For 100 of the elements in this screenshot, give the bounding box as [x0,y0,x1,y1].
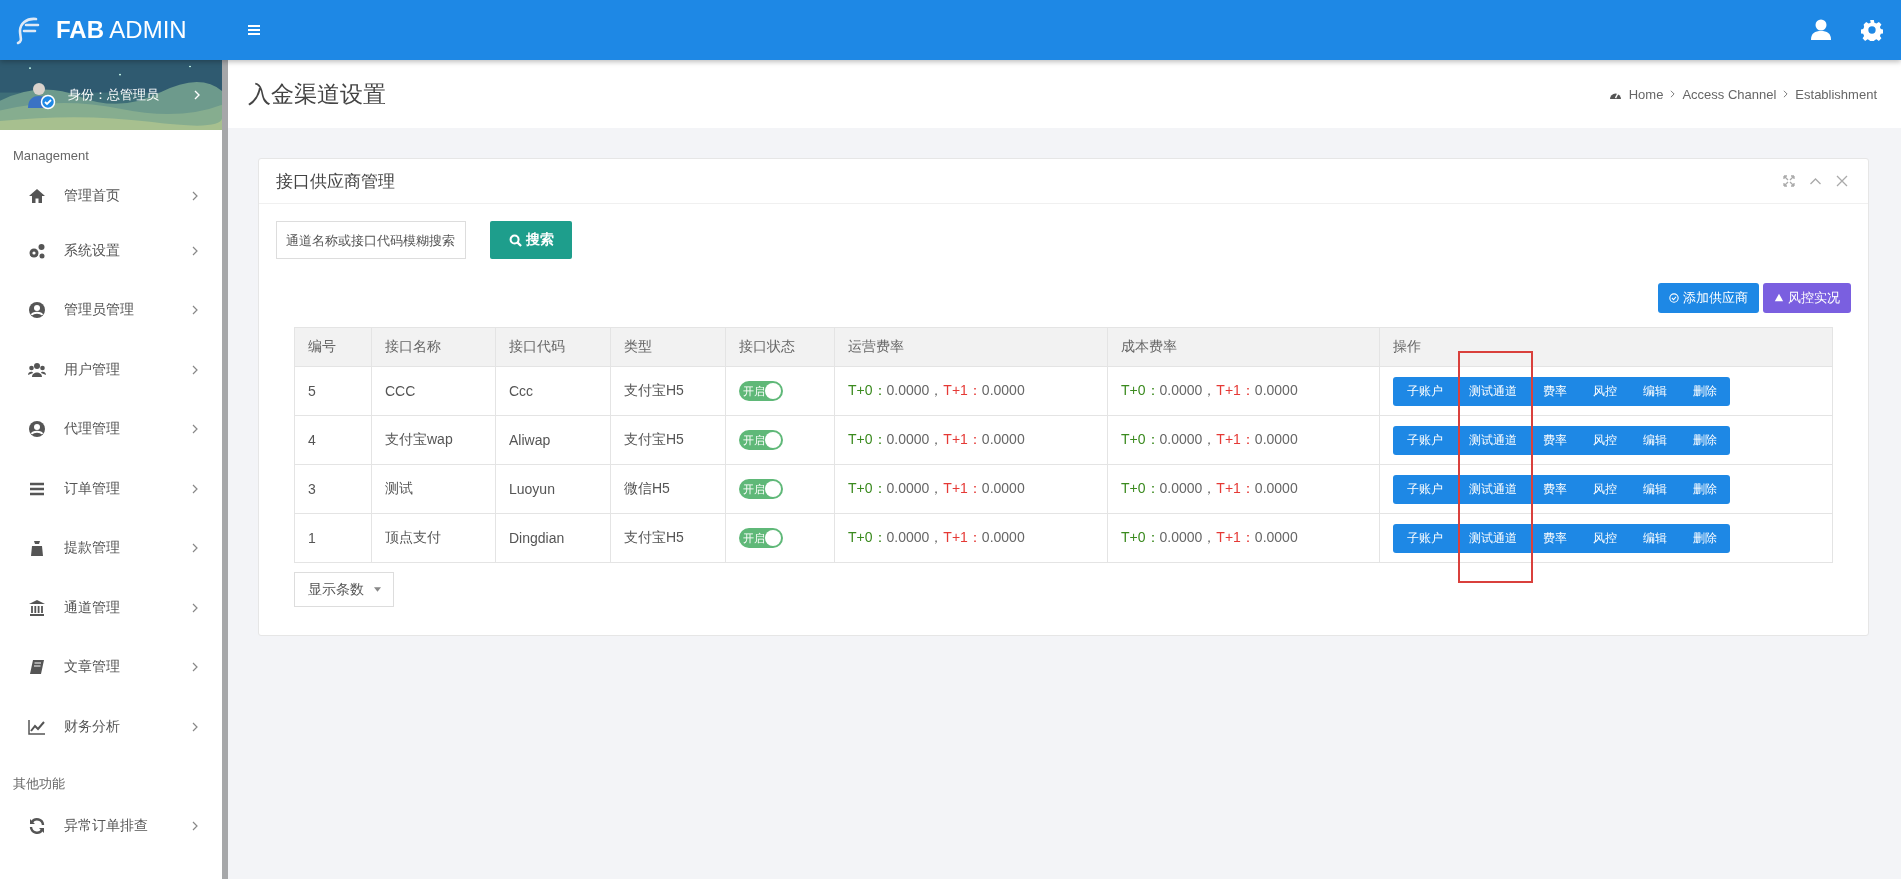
check-circle-icon [1669,293,1679,303]
sidebar-item[interactable]: 用户管理 [0,340,222,400]
row-action-button[interactable]: 测试通道 [1456,376,1530,406]
book-icon [28,658,46,677]
card-title: 接口供应商管理 [276,170,395,193]
row-action-button[interactable]: 删除 [1680,376,1730,406]
chevron-icon [192,245,198,256]
chevron-icon [192,483,198,494]
row-action-button[interactable]: 子账户 [1393,474,1456,504]
chevron-icon [1783,90,1789,98]
table-cell: 支付宝H5 [610,366,726,416]
sidebar-item[interactable]: 通道管理 [0,578,222,638]
avatar-icon [26,80,56,110]
row-action-button[interactable]: 子账户 [1393,523,1456,553]
table-cell: Dingdian [495,513,611,563]
row-action-button[interactable]: 风控 [1580,523,1630,553]
sidebar-item[interactable]: 管理首页 [0,171,222,221]
gears-icon [28,241,46,260]
row-action-button[interactable]: 子账户 [1393,425,1456,455]
row-action-button[interactable]: 删除 [1680,425,1730,455]
chevron-icon [192,543,198,554]
row-action-button[interactable]: 子账户 [1393,376,1456,406]
row-action-button[interactable]: 风控 [1580,425,1630,455]
bag-icon [28,539,46,558]
row-action-button[interactable]: 测试通道 [1456,425,1530,455]
chevron-icon [192,721,198,732]
status-toggle[interactable]: 开启 [739,528,783,548]
search-field[interactable]: 通道名称或接口代码模糊搜索 [276,221,466,259]
table-cell: Aliwap [495,415,611,465]
table-cell: 测试 [371,464,496,514]
table-cell: T+0：0.0000，T+1：0.0000 [834,464,1108,514]
row-action-button[interactable]: 费率 [1530,425,1580,455]
search-button[interactable]: 搜索 [490,221,572,259]
close-icon[interactable] [1836,175,1848,187]
row-action-button[interactable]: 编辑 [1630,425,1680,455]
table-cell: 3 [294,464,372,514]
table-cell: Ccc [495,366,611,416]
action-button[interactable]: 添加供应商 [1658,283,1759,313]
sidebar-item[interactable]: 代理管理 [0,399,222,459]
page-size-dropdown[interactable]: 显示条数 [294,572,394,607]
triangle-icon [1774,293,1784,303]
chevron-icon [1670,90,1676,98]
table-cell: T+0：0.0000，T+1：0.0000 [1107,415,1380,465]
chevron-icon [192,820,198,831]
sidebar-item[interactable]: 异常订单排查 [0,800,222,851]
row-action-button[interactable]: 编辑 [1630,376,1680,406]
row-action-button[interactable]: 删除 [1680,474,1730,504]
sidebar-item[interactable]: 订单管理 [0,459,222,519]
row-action-button[interactable]: 费率 [1530,523,1580,553]
table-cell: T+0：0.0000，T+1：0.0000 [834,415,1108,465]
table-cell: 1 [294,513,372,563]
chevron-icon [194,90,200,100]
user-icon[interactable] [1809,18,1833,42]
sidebar-item[interactable]: 文章管理 [0,637,222,697]
section-heading: Management [12,147,90,165]
sidebar-item[interactable]: 管理员管理 [0,280,222,340]
action-button[interactable]: 风控实况 [1763,283,1851,313]
sidebar-item[interactable]: 系统设置 [0,221,222,281]
row-action-button[interactable]: 风控 [1580,376,1630,406]
refresh-icon [28,816,46,835]
sidebar-item[interactable]: 财务分析 [0,697,222,757]
expand-icon[interactable] [1783,175,1795,187]
bank-icon [28,598,46,617]
sidebar-item[interactable]: 提款管理 [0,518,222,578]
table-cell: T+0：0.0000，T+1：0.0000 [1107,464,1380,514]
column-header: 操作 [1379,327,1833,367]
table-cell: T+0：0.0000，T+1：0.0000 [834,513,1108,563]
table-cell: 顶点支付 [371,513,496,563]
user-circle-icon [28,420,46,439]
chevron-icon [192,602,198,613]
column-header: 接口代码 [495,327,611,367]
row-action-button[interactable]: 费率 [1530,474,1580,504]
row-action-button[interactable]: 编辑 [1630,474,1680,504]
breadcrumb-link[interactable]: Home [1628,86,1664,102]
user-circle-icon [28,301,46,320]
table-cell: 微信H5 [610,464,726,514]
menu-icon[interactable] [248,25,260,35]
chevron-icon [192,424,198,435]
table-cell: 5 [294,366,372,416]
user-role[interactable]: 身份：总管理员 [68,86,182,104]
chevron-icon [192,662,198,673]
settings-icon[interactable] [1861,19,1883,41]
row-action-button[interactable]: 费率 [1530,376,1580,406]
page-title: 入金渠道设置 [248,79,386,109]
section-heading: 其他功能 [12,774,66,793]
status-toggle[interactable]: 开启 [739,430,783,450]
collapse-icon[interactable] [1809,177,1822,185]
table-cell: Luoyun [495,464,611,514]
row-action-button[interactable]: 风控 [1580,474,1630,504]
status-toggle[interactable]: 开启 [739,479,783,499]
column-header: 运营费率 [834,327,1108,367]
row-action-button[interactable]: 编辑 [1630,523,1680,553]
row-action-button[interactable]: 测试通道 [1456,523,1530,553]
status-toggle[interactable]: 开启 [739,381,783,401]
table-cell: 4 [294,415,372,465]
users-icon [28,360,46,379]
row-action-button[interactable]: 测试通道 [1456,474,1530,504]
column-header: 编号 [294,327,372,367]
breadcrumb-link[interactable]: Access Channel [1682,86,1777,102]
row-action-button[interactable]: 删除 [1680,523,1730,553]
